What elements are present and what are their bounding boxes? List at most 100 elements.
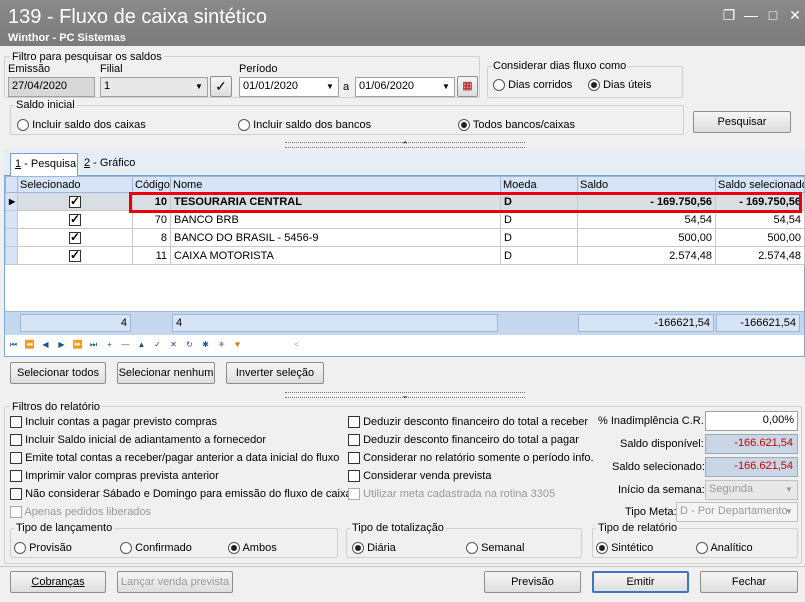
cell-saldo: 2.574,48 [577, 246, 716, 265]
goto-bookmark-icon[interactable]: ✳ [214, 338, 229, 352]
radio-saldo-bancos[interactable]: Incluir saldo dos bancos [238, 119, 371, 132]
cobrancas-button[interactable]: Cobranças [10, 571, 106, 593]
minimize-icon[interactable]: — [742, 6, 760, 24]
next-record-icon[interactable]: ▶ [54, 338, 69, 352]
insert-icon[interactable]: + [102, 338, 117, 352]
pesquisar-button[interactable]: Pesquisar [693, 111, 791, 133]
splitter-handle[interactable]: ⌄ [285, 391, 525, 400]
checkbox-saldo-adiantamento[interactable]: Incluir Saldo inicial de adiantamento a … [10, 434, 266, 447]
cell-codigo: 70 [132, 210, 171, 229]
checkbox-emite-total-anterior[interactable]: Emite total contas a receber/pagar anter… [10, 452, 339, 465]
radio-dias-corridos[interactable]: Dias corridos [493, 79, 572, 92]
tab-grafico-label: - Gráfico [90, 157, 136, 169]
checkbox-deduzir-desconto-receber[interactable]: Deduzir desconto financeiro do total a r… [348, 416, 588, 429]
prev-page-icon[interactable]: ⏪ [22, 338, 37, 352]
col-header-saldo-selecionado[interactable]: Saldo selecionado [715, 176, 805, 193]
radio-dias-uteis[interactable]: Dias úteis [588, 79, 651, 92]
radio-sintetico[interactable]: Sintético [596, 542, 653, 555]
radio-icon [120, 542, 132, 555]
row-checkbox[interactable] [17, 210, 133, 229]
close-icon[interactable]: ✕ [786, 6, 804, 24]
radio-ambos[interactable]: Ambos [228, 542, 277, 555]
cancel-icon[interactable]: ✕ [166, 338, 181, 352]
prev-record-icon[interactable]: ◀ [38, 338, 53, 352]
chevron-down-icon: ▼ [785, 507, 793, 516]
window-title: 139 - Fluxo de caixa sintético [8, 6, 268, 28]
inadimplencia-field[interactable]: 0,00% [705, 411, 798, 431]
periodo-end-value: 01/06/2020 [359, 80, 415, 92]
periodo-start-field[interactable]: 01/01/2020 ▼ [239, 77, 339, 97]
radio-semanal[interactable]: Semanal [466, 542, 525, 555]
checkbox-meta-3305[interactable]: Utilizar meta cadastrada na rotina 3305 [348, 488, 555, 501]
periodo-end-field[interactable]: 01/06/2020 ▼ [355, 77, 455, 97]
row-checkbox[interactable] [17, 246, 133, 265]
edit-icon[interactable]: ▲ [134, 338, 149, 352]
table-row[interactable]: 8 BANCO DO BRASIL - 5456-9 D 500,00 500,… [5, 228, 805, 247]
selecionar-nenhum-button[interactable]: Selecionar nenhum [117, 362, 215, 384]
checkbox-nao-considerar-fim-semana[interactable]: Não considerar Sábado e Domingo para emi… [10, 488, 352, 501]
checkbox-icon [348, 416, 360, 429]
row-checkbox[interactable] [17, 228, 133, 247]
filial-select[interactable]: 1 ▼ [100, 77, 208, 97]
radio-confirmado[interactable]: Confirmado [120, 542, 192, 555]
radio-diaria[interactable]: Diária [352, 542, 396, 555]
radio-provisao[interactable]: Provisão [14, 542, 72, 555]
next-page-icon[interactable]: ⏩ [70, 338, 85, 352]
inverter-selecao-button[interactable]: Inverter seleção [226, 362, 324, 384]
lancar-venda-prevista-button[interactable]: Lançar venda prevista [117, 571, 233, 593]
restore-icon[interactable]: ❐ [720, 6, 738, 24]
cell-saldo: 54,54 [577, 210, 716, 229]
tab-grafico[interactable]: 2 - Gráfico [84, 157, 135, 169]
inicio-semana-select[interactable]: Segunda ▼ [705, 480, 798, 500]
checkbox-venda-prevista[interactable]: Considerar venda prevista [348, 470, 491, 483]
semanal-label: Semanal [481, 542, 525, 554]
last-page-icon[interactable]: ⏭ [86, 338, 101, 352]
col-header-selecionado[interactable]: Selecionado [17, 176, 133, 193]
radio-saldo-caixas[interactable]: Incluir saldo dos caixas [17, 119, 146, 132]
table-row[interactable]: 11 CAIXA MOTORISTA D 2.574,48 2.574,48 [5, 246, 805, 265]
table-row[interactable]: 70 BANCO BRB D 54,54 54,54 [5, 210, 805, 229]
scroll-left-icon[interactable]: < [289, 338, 304, 352]
refresh-icon[interactable]: ↻ [182, 338, 197, 352]
emitir-button[interactable]: Emitir [592, 571, 689, 593]
tab-pesquisa[interactable]: 1 - Pesquisa [10, 153, 78, 176]
selecionar-todos-button[interactable]: Selecionar todos [10, 362, 106, 384]
saldo-inicial-title: Saldo inicial [14, 99, 77, 111]
saldo-todos-label: Todos bancos/caixas [472, 119, 575, 131]
first-page-icon[interactable]: ⏮ [6, 338, 21, 352]
diaria-label: Diária [367, 542, 396, 554]
checkbox-checked-icon [69, 212, 81, 226]
cell-saldo-selecionado: 54,54 [715, 210, 805, 229]
tipo-meta-select[interactable]: D - Por Departamento ▼ [676, 502, 798, 522]
post-icon[interactable]: ✓ [150, 338, 165, 352]
splitter-handle[interactable]: ⌃ [285, 141, 525, 150]
confirm-check-button[interactable]: ✓ [210, 76, 232, 97]
col-header-codigo[interactable]: Código [132, 176, 171, 193]
radio-saldo-todos[interactable]: Todos bancos/caixas [458, 119, 575, 132]
dias-fluxo-title: Considerar dias fluxo como [491, 60, 629, 72]
radio-analitico[interactable]: Analítico [696, 542, 753, 555]
checkbox-contas-pagar-previsto[interactable]: Incluir contas a pagar previsto compras [10, 416, 217, 429]
maximize-icon[interactable]: □ [764, 6, 782, 24]
checkbox-somente-periodo[interactable]: Considerar no relatório somente o períod… [348, 452, 594, 465]
checkbox-deduzir-desconto-pagar[interactable]: Deduzir desconto financeiro do total a p… [348, 434, 579, 447]
col-header-moeda[interactable]: Moeda [500, 176, 578, 193]
filter-icon[interactable]: ▼ [230, 338, 245, 352]
checkbox-compras-prevista-anterior[interactable]: Imprimir valor compras prevista anterior [10, 470, 219, 483]
previsao-button[interactable]: Previsão [484, 571, 581, 593]
saldo-disponivel-label: Saldo disponível: [620, 438, 704, 450]
delete-icon[interactable]: — [118, 338, 133, 352]
col-header-saldo[interactable]: Saldo [577, 176, 716, 193]
bookmark-icon[interactable]: ✱ [198, 338, 213, 352]
tipo-meta-value: D - Por Departamento [680, 505, 788, 517]
checkbox-pedidos-liberados[interactable]: Apenas pedidos liberados [10, 506, 151, 519]
col-header-nome[interactable]: Nome [170, 176, 501, 193]
chevron-down-icon: ▼ [785, 485, 793, 494]
filial-label: Filial [100, 63, 123, 75]
totalizacao-title: Tipo de totalização [350, 522, 446, 534]
row-checkbox[interactable] [17, 192, 133, 211]
row-indicator [5, 246, 18, 265]
emissao-field[interactable]: 27/04/2020 [8, 77, 95, 97]
calendar-button[interactable]: ▦ [457, 76, 478, 97]
fechar-button[interactable]: Fechar [700, 571, 798, 593]
